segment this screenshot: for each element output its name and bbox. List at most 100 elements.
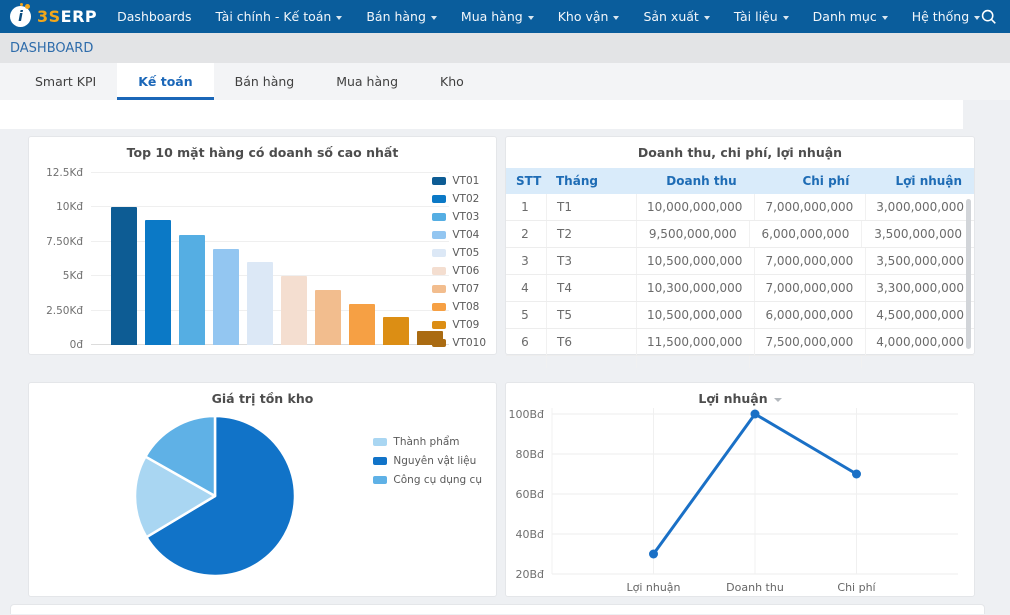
legend-swatch [373, 438, 387, 446]
legend-item-VT010[interactable]: VT010 [432, 337, 486, 349]
table-header-cell[interactable]: STT [506, 168, 546, 194]
nav-item-0[interactable]: Dashboards [117, 9, 191, 24]
bar-chart-plot: 0đ2.50Kđ5Kđ7.50Kđ10Kđ12.5Kđ [91, 173, 449, 345]
bar-ytick-label: 7.50Kđ [33, 236, 83, 248]
legend-label: VT03 [452, 211, 479, 223]
chevron-down-icon[interactable] [774, 398, 782, 402]
nav-item-5[interactable]: Sản xuất [643, 9, 709, 24]
table-header-cell[interactable]: Lợi nhuận [861, 168, 974, 194]
table-cell [546, 356, 636, 368]
toolbar-strip [0, 100, 963, 129]
nav-item-6[interactable]: Tài liệu [734, 9, 789, 24]
legend-swatch [373, 476, 387, 484]
legend-item-VT03[interactable]: VT03 [432, 211, 486, 223]
table-row[interactable]: 2T29,500,000,0006,000,000,0003,500,000,0… [506, 221, 974, 248]
legend-item-VT08[interactable]: VT08 [432, 301, 486, 313]
legend-label: Thành phẩm [393, 436, 459, 448]
nav-menu: Dashboards Tài chính - Kế toán Bán hàng Mua… [117, 9, 980, 24]
legend-item-VT09[interactable]: VT09 [432, 319, 486, 331]
table-header-row: STTThángDoanh thuChi phíLợi nhuận [506, 168, 974, 194]
table-row[interactable]: 4T410,300,000,0007,000,000,0003,300,000,… [506, 275, 974, 302]
bar-VT05[interactable] [247, 262, 273, 345]
legend-swatch [432, 303, 446, 311]
nav-item-label: Sản xuất [643, 9, 698, 24]
legend-item-VT05[interactable]: VT05 [432, 247, 486, 259]
legend-item-Thành phẩm[interactable]: Thành phẩm [373, 436, 482, 448]
line-point-Doanh thu[interactable] [751, 410, 760, 419]
bar-VT09[interactable] [383, 317, 409, 345]
bar-VT04[interactable] [213, 249, 239, 345]
nav-item-4[interactable]: Kho vận [558, 9, 620, 24]
legend-label: VT05 [452, 247, 479, 259]
pie-chart-area: Thành phẩm Nguyên vật liệu Công cụ dụng cụ [29, 410, 496, 582]
tab-2[interactable]: Bán hàng [214, 63, 316, 100]
legend-item-VT06[interactable]: VT06 [432, 265, 486, 277]
bar-VT03[interactable] [179, 235, 205, 345]
chevron-down-icon [882, 16, 888, 20]
legend-swatch [373, 457, 387, 465]
bar-VT06[interactable] [281, 276, 307, 345]
tab-0[interactable]: Smart KPI [14, 63, 117, 100]
nav-item-label: Tài chính - Kế toán [215, 9, 331, 24]
table-row[interactable]: 5T510,500,000,0006,000,000,0004,500,000,… [506, 302, 974, 329]
nav-item-2[interactable]: Bán hàng [366, 9, 437, 24]
table-cell: 9,500,000,000 [636, 221, 749, 247]
legend-swatch [432, 339, 446, 347]
table-cell [749, 356, 862, 368]
dashboard-content: Top 10 mặt hàng có doanh số cao nhất 0đ2… [28, 136, 1010, 597]
table-cell: 10,500,000,000 [636, 302, 754, 328]
legend-label: VT010 [452, 337, 486, 349]
bar-VT02[interactable] [145, 220, 171, 345]
table-cell: 1 [506, 194, 546, 220]
legend-swatch [432, 249, 446, 257]
bar-ytick-label: 2.50Kđ [33, 305, 83, 317]
legend-item-VT02[interactable]: VT02 [432, 193, 486, 205]
table-cell: 3 [506, 248, 546, 274]
nav-item-label: Mua hàng [461, 9, 523, 24]
bar-VT07[interactable] [315, 290, 341, 345]
table-row[interactable]: 6T611,500,000,0007,500,000,0004,000,000,… [506, 329, 974, 356]
revenue-table-title: Doanh thu, chi phí, lợi nhuận [506, 145, 974, 160]
panel-pie-chart: Giá trị tồn kho Thành phẩmNguyên vật liệ… [28, 382, 497, 597]
table-cell: T1 [546, 194, 636, 220]
legend-item-VT07[interactable]: VT07 [432, 283, 486, 295]
tab-3[interactable]: Mua hàng [315, 63, 419, 100]
table-row[interactable]: 1T110,000,000,0007,000,000,0003,000,000,… [506, 194, 974, 221]
table-header-cell[interactable]: Chi phí [749, 168, 862, 194]
line-ytick-label: 40Bđ [515, 528, 544, 541]
legend-item-Nguyên vật liệu[interactable]: Nguyên vật liệu [373, 455, 482, 467]
table-cell: 7,000,000,000 [754, 194, 865, 220]
table-header-cell[interactable]: Doanh thu [636, 168, 749, 194]
breadcrumb-bar: DASHBOARD [0, 33, 1010, 63]
line-point-Chi phí[interactable] [852, 470, 861, 479]
chevron-down-icon [528, 16, 534, 20]
panel-line-chart: Lợi nhuận 20Bđ40Bđ60Bđ80Bđ100BđLợi nhuận… [505, 382, 975, 597]
nav-item-1[interactable]: Tài chính - Kế toán [215, 9, 342, 24]
nav-item-3[interactable]: Mua hàng [461, 9, 534, 24]
table-cell: 7,000,000,000 [754, 248, 865, 274]
bar-ytick-label: 5Kđ [33, 270, 83, 282]
legend-item-VT04[interactable]: VT04 [432, 229, 486, 241]
legend-swatch [432, 213, 446, 221]
tab-1[interactable]: Kế toán [117, 63, 213, 100]
legend-item-Công cụ dụng cụ[interactable]: Công cụ dụng cụ [373, 474, 482, 486]
table-row[interactable]: 3T310,500,000,0007,000,000,0003,500,000,… [506, 248, 974, 275]
nav-item-7[interactable]: Danh mục [813, 9, 888, 24]
line-xtick-label: Doanh thu [726, 581, 784, 594]
search-icon[interactable] [980, 8, 997, 25]
nav-right: 11 ITG [980, 6, 1010, 28]
table-cell: T3 [546, 248, 636, 274]
tab-4[interactable]: Kho [419, 63, 485, 100]
brand-logo[interactable]: i 3SERP [10, 6, 97, 27]
table-header-cell[interactable]: Tháng [546, 168, 636, 194]
chevron-down-icon [783, 16, 789, 20]
legend-item-VT01[interactable]: VT01 [432, 175, 486, 187]
nav-item-8[interactable]: Hệ thống [912, 9, 980, 24]
table-scrollbar[interactable] [966, 199, 971, 349]
bar-VT08[interactable] [349, 304, 375, 345]
line-point-Lợi nhuận[interactable] [649, 550, 658, 559]
bar-VT01[interactable] [111, 207, 137, 345]
table-cell: 4,000,000,000 [865, 329, 976, 355]
legend-label: Công cụ dụng cụ [393, 474, 482, 486]
legend-label: VT02 [452, 193, 479, 205]
